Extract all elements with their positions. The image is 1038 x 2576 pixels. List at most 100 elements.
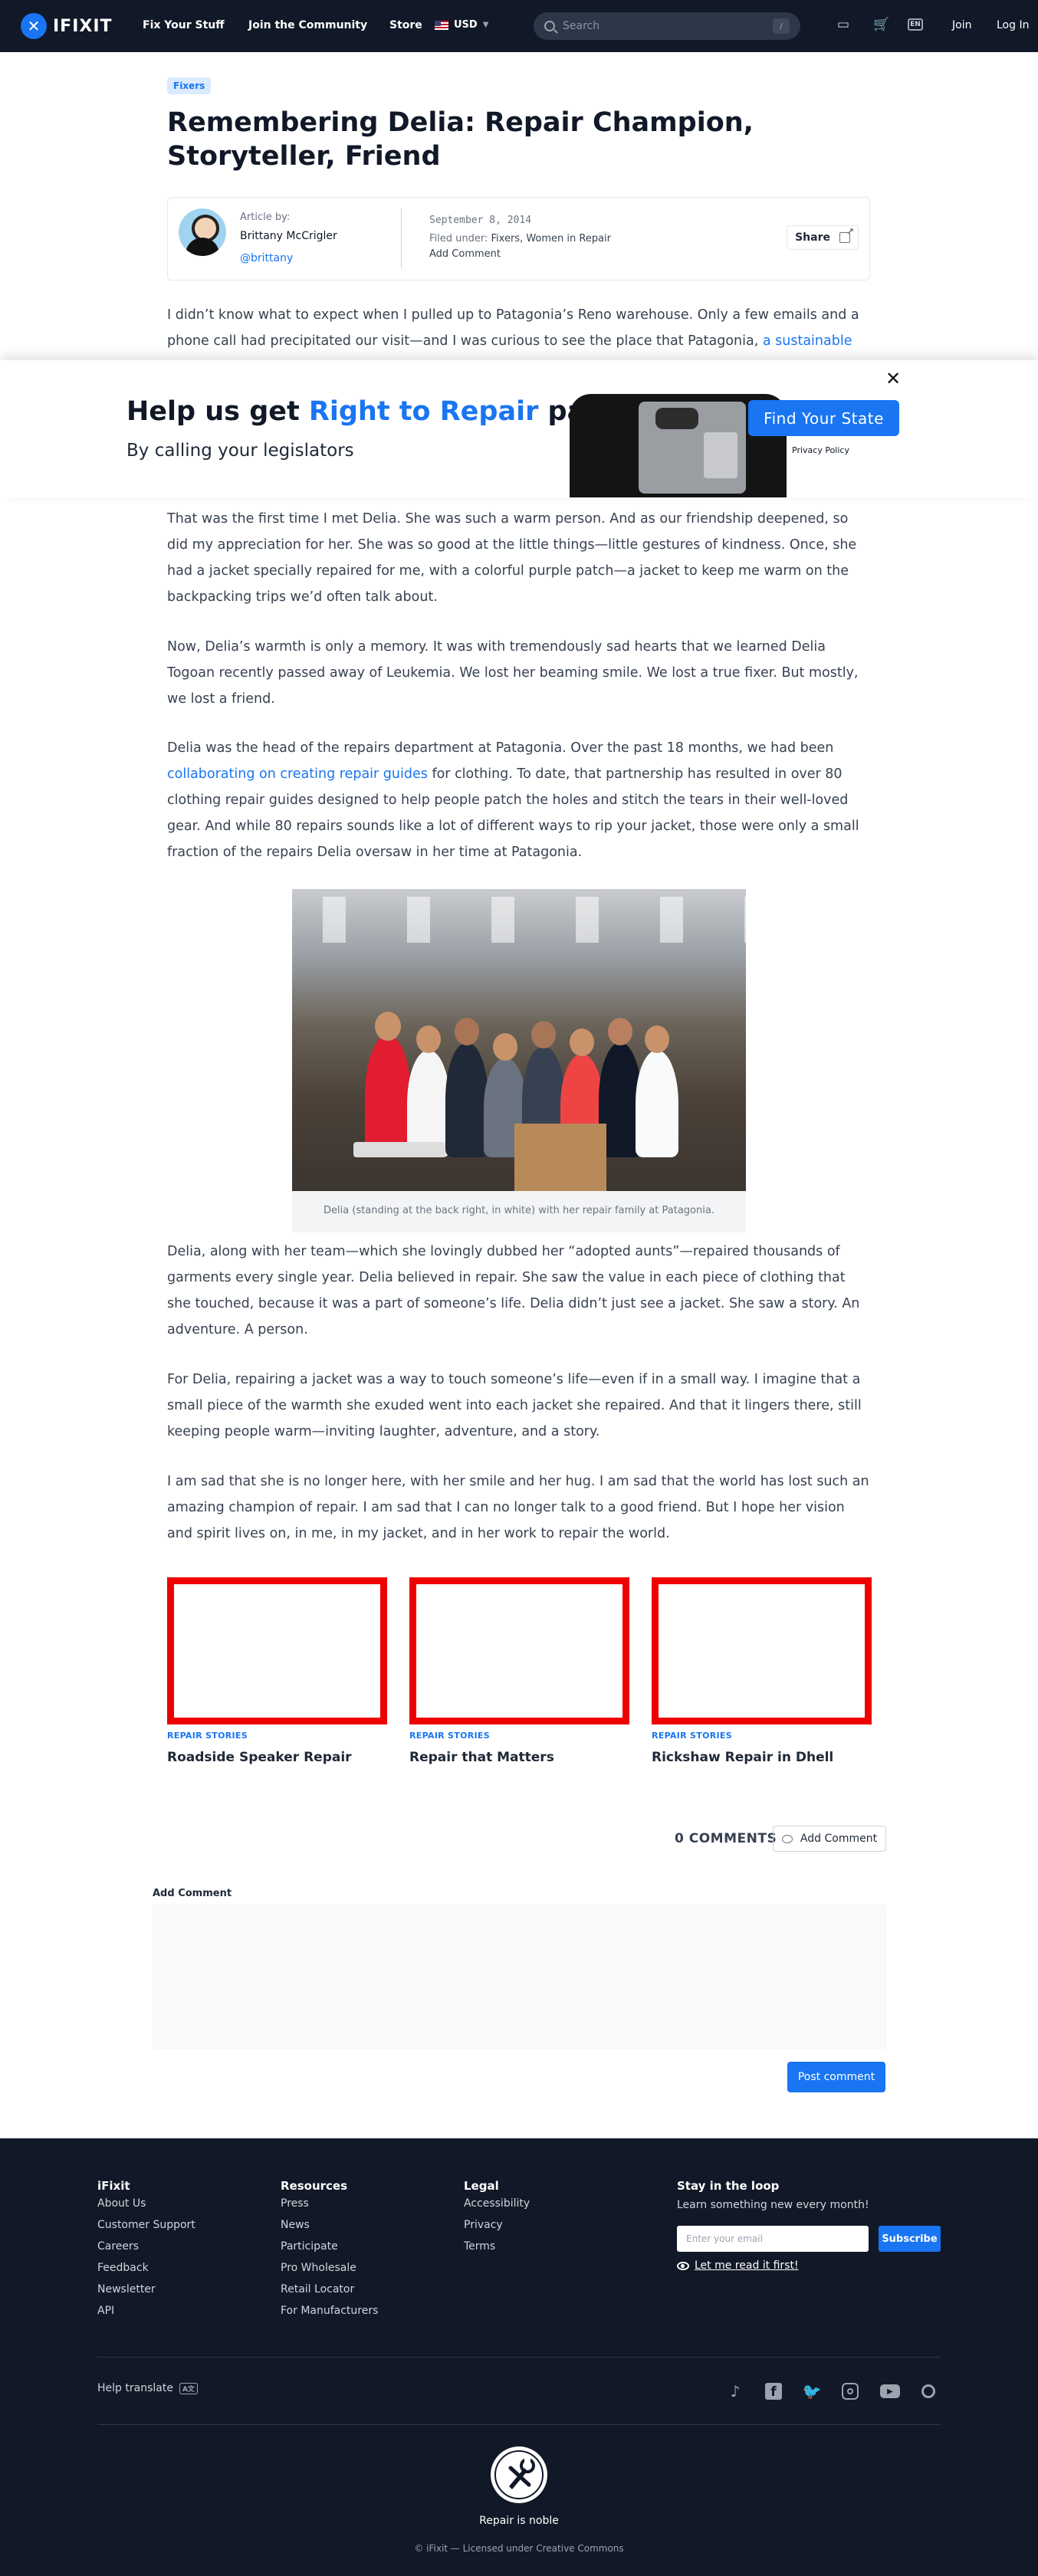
find-your-state-button[interactable]: Find Your State bbox=[748, 400, 899, 436]
search-input[interactable] bbox=[563, 20, 765, 32]
login-link[interactable]: Log In bbox=[997, 19, 1029, 31]
related-story-image[interactable] bbox=[167, 1577, 387, 1724]
author-avatar[interactable] bbox=[179, 208, 226, 256]
footer-tagline: Repair is noble bbox=[479, 2515, 559, 2527]
footer-link[interactable]: Participate bbox=[281, 2240, 338, 2253]
search-icon bbox=[544, 21, 555, 31]
subscribe-button[interactable]: Subscribe bbox=[879, 2226, 941, 2252]
comment-bubble-icon bbox=[781, 1834, 793, 1843]
newsletter-heading: Stay in the loop bbox=[677, 2179, 780, 2193]
article-byline: Article by: Brittany McCrigler @brittany… bbox=[167, 197, 870, 281]
help-translate-link[interactable]: Help translate A文 bbox=[97, 2382, 198, 2394]
footer-link[interactable]: Careers bbox=[97, 2240, 139, 2253]
intro-text: I didn’t know what to expect when I pull… bbox=[167, 307, 859, 349]
photo-caption: Delia (standing at the back right, in wh… bbox=[324, 1205, 714, 1216]
related-story-category[interactable]: REPAIR STORIES bbox=[167, 1731, 248, 1741]
publish-date: September 8, 2014 bbox=[429, 215, 532, 226]
nav-store[interactable]: Store bbox=[389, 19, 422, 31]
footer-link[interactable]: For Manufacturers bbox=[281, 2305, 378, 2317]
p3-before: Delia was the head of the repairs depart… bbox=[167, 740, 834, 756]
banner-title-highlight: Right to Repair bbox=[308, 396, 539, 427]
sustainable-link[interactable]: a sustainable bbox=[763, 333, 852, 349]
article-paragraph-4: Delia, along with her team—which she lov… bbox=[167, 1244, 860, 1337]
footer-link[interactable]: Pro Wholesale bbox=[281, 2262, 356, 2274]
tiktok-icon[interactable]: ♪ bbox=[724, 2381, 746, 2402]
logo-text: IFIXIT bbox=[53, 16, 113, 36]
twitter-icon[interactable]: 🐦 bbox=[801, 2381, 823, 2402]
byline-add-comment-link[interactable]: Add Comment bbox=[429, 248, 501, 260]
footer-link[interactable]: Customer Support bbox=[97, 2219, 195, 2231]
footer-link[interactable]: Retail Locator bbox=[281, 2283, 354, 2295]
language-icon[interactable]: EN bbox=[907, 17, 924, 32]
search-shortcut-hint: / bbox=[773, 18, 790, 34]
article-paragraph-5: For Delia, repairing a jacket was a way … bbox=[167, 1372, 862, 1439]
top-navigation-bar: ✕ IFIXIT Fix Your Stuff Join the Communi… bbox=[0, 0, 1038, 52]
search-bar[interactable]: / bbox=[534, 12, 800, 40]
close-icon[interactable]: ✕ bbox=[884, 368, 902, 389]
share-button[interactable]: Share bbox=[787, 225, 859, 250]
rss-icon[interactable] bbox=[918, 2381, 939, 2402]
currency-label: USD bbox=[454, 19, 478, 31]
related-story-category[interactable]: REPAIR STORIES bbox=[652, 1731, 732, 1741]
cart-icon[interactable]: 🛒 bbox=[873, 17, 890, 32]
footer-link[interactable]: Press bbox=[281, 2197, 309, 2210]
footer-link[interactable]: Terms bbox=[464, 2240, 495, 2253]
newsletter-email-input[interactable] bbox=[677, 2226, 869, 2252]
instagram-icon[interactable] bbox=[839, 2381, 861, 2402]
chevron-down-icon: ▼ bbox=[482, 21, 489, 29]
footer-divider bbox=[97, 2357, 941, 2358]
footer-link[interactable]: Newsletter bbox=[97, 2283, 156, 2295]
related-story-category[interactable]: REPAIR STORIES bbox=[409, 1731, 490, 1741]
footer-link[interactable]: About Us bbox=[97, 2197, 146, 2210]
repair-is-noble-badge-icon bbox=[491, 2446, 547, 2503]
footer-link[interactable]: Privacy bbox=[464, 2219, 503, 2231]
nav-join-community[interactable]: Join the Community bbox=[248, 19, 367, 31]
post-comment-button[interactable]: Post comment bbox=[787, 2062, 885, 2092]
facebook-icon[interactable]: f bbox=[763, 2381, 784, 2402]
join-link[interactable]: Join bbox=[952, 19, 971, 31]
nav-fix-your-stuff[interactable]: Fix Your Stuff bbox=[143, 19, 225, 31]
read-newsletter-link[interactable]: Let me read it first! bbox=[677, 2259, 799, 2272]
comment-textarea[interactable] bbox=[153, 1905, 886, 2049]
youtube-icon[interactable]: ▶ bbox=[879, 2381, 901, 2402]
footer-heading-legal: Legal bbox=[464, 2179, 499, 2193]
privacy-policy-link[interactable]: Privacy Policy bbox=[792, 445, 849, 455]
footer-link[interactable]: Accessibility bbox=[464, 2197, 530, 2210]
author-handle-link[interactable]: @brittany bbox=[240, 252, 293, 264]
footer-heading-resources: Resources bbox=[281, 2179, 348, 2193]
repair-guides-link[interactable]: collaborating on creating repair guides bbox=[167, 766, 428, 782]
footer-link[interactable]: News bbox=[281, 2219, 310, 2231]
footer-link[interactable]: Feedback bbox=[97, 2262, 149, 2274]
language-code: EN bbox=[908, 18, 923, 31]
article-paragraph-1: That was the first time I met Delia. She… bbox=[167, 511, 857, 605]
ifixit-logo-icon: ✕ bbox=[21, 13, 47, 39]
external-share-icon bbox=[839, 226, 854, 243]
add-comment-button[interactable]: Add Comment bbox=[773, 1826, 886, 1852]
comment-count: 0 COMMENTS bbox=[675, 1831, 777, 1846]
article-paragraph-3: Delia was the head of the repairs depart… bbox=[167, 735, 870, 865]
related-story-title[interactable]: Rickshaw Repair in Dhell bbox=[652, 1750, 833, 1765]
newsletter-subtext: Learn something new every month! bbox=[677, 2199, 869, 2211]
repair-team-photo bbox=[292, 889, 746, 1191]
footer-link[interactable]: API bbox=[97, 2305, 114, 2317]
currency-selector[interactable]: USD ▼ bbox=[435, 19, 488, 31]
ifixit-logo[interactable]: ✕ IFIXIT bbox=[21, 13, 113, 39]
toolbox-icon[interactable]: ▭ bbox=[835, 17, 852, 32]
read-newsletter-label: Let me read it first! bbox=[695, 2259, 799, 2272]
footer-divider bbox=[97, 2424, 941, 2425]
related-story-title[interactable]: Roadside Speaker Repair bbox=[167, 1750, 352, 1765]
us-flag-icon bbox=[435, 20, 448, 30]
footer-heading-ifixit: iFixit bbox=[97, 2179, 130, 2193]
related-story-title[interactable]: Repair that Matters bbox=[409, 1750, 554, 1765]
category-tag[interactable]: Fixers bbox=[167, 77, 212, 94]
article-paragraph-2: Now, Delia’s warmth is only a memory. It… bbox=[167, 639, 859, 707]
banner-subtitle: By calling your legislators bbox=[126, 441, 354, 461]
related-story-image[interactable] bbox=[652, 1577, 872, 1724]
related-story-image[interactable] bbox=[409, 1577, 629, 1724]
share-label: Share bbox=[795, 231, 830, 244]
byline-divider bbox=[401, 208, 402, 268]
filed-under-topics[interactable]: Fixers, Women in Repair bbox=[491, 233, 612, 244]
footer-license[interactable]: © iFixit — Licensed under Creative Commo… bbox=[0, 2543, 1038, 2554]
banner-title-part-1: Help us get bbox=[126, 396, 309, 427]
help-translate-label: Help translate bbox=[97, 2382, 173, 2394]
